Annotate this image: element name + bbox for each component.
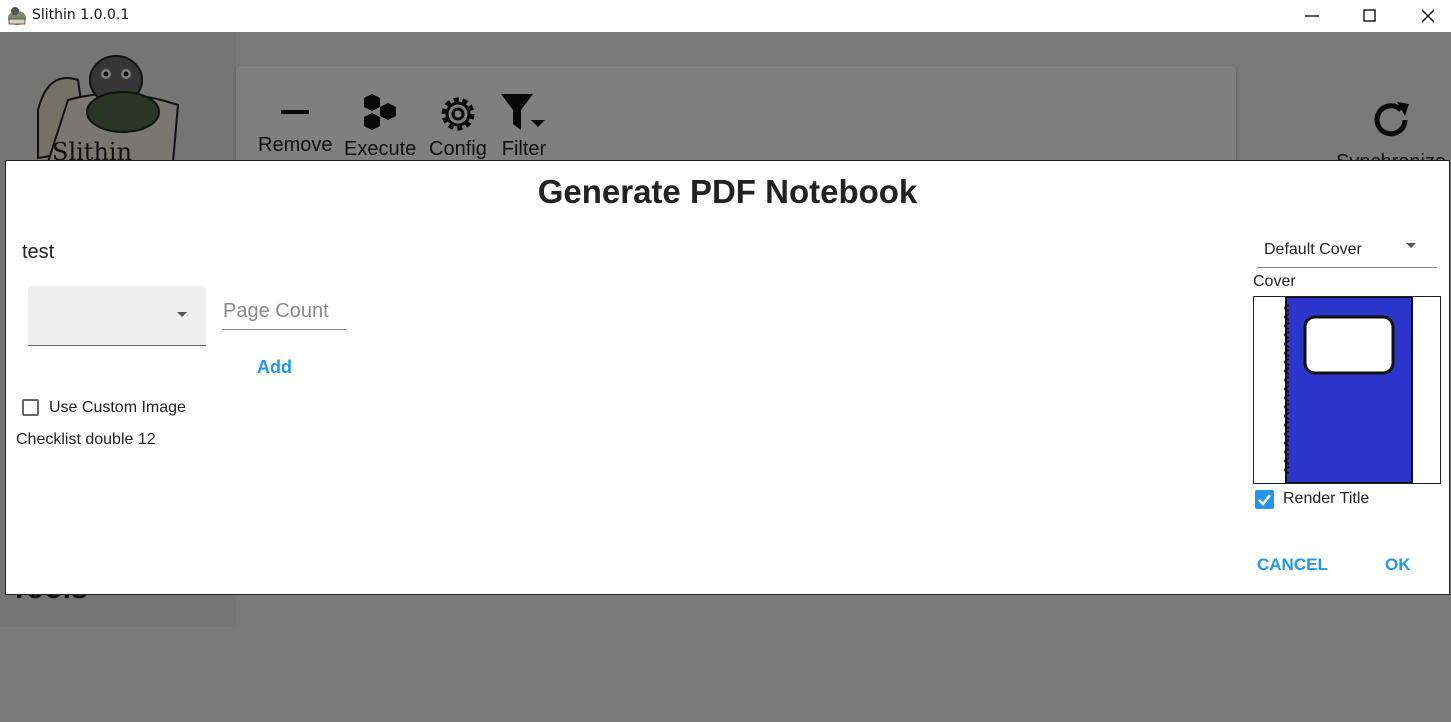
add-button[interactable]: Add [257, 357, 292, 378]
notebook-name: test [22, 241, 55, 263]
cover-select[interactable]: Default Cover [1257, 233, 1437, 268]
caret-down-icon [1406, 243, 1416, 248]
minimize-button[interactable] [1283, 0, 1341, 32]
ok-button[interactable]: OK [1385, 555, 1411, 575]
maximize-button[interactable] [1341, 0, 1399, 32]
notebook-cover-image [1284, 297, 1413, 483]
cover-preview [1253, 296, 1441, 484]
cover-label: Cover [1253, 273, 1296, 290]
template-list-item: Checklist double 12 [16, 431, 156, 449]
app-logo-icon [8, 7, 26, 25]
checkmark-icon [1258, 494, 1271, 506]
page-count-input[interactable] [222, 293, 347, 330]
close-button[interactable] [1399, 0, 1451, 32]
template-name: Checklist double [16, 431, 134, 448]
template-count: 12 [137, 431, 156, 448]
checkbox-unchecked-icon [22, 399, 39, 416]
maximize-icon [1363, 9, 1376, 22]
template-select[interactable] [28, 286, 206, 346]
caret-down-icon [177, 312, 187, 317]
cancel-button[interactable]: CANCEL [1257, 555, 1328, 575]
generate-pdf-dialog: Generate PDF Notebook test Add Use Custo… [5, 160, 1450, 595]
title-bar: Slithin 1.0.0.1 [0, 0, 1451, 32]
cover-select-value: Default Cover [1264, 241, 1362, 258]
checkbox-checked-icon [1255, 490, 1274, 509]
dialog-title: Generate PDF Notebook [537, 173, 918, 210]
minimize-icon [1305, 15, 1319, 17]
close-icon [1421, 9, 1435, 23]
window-title: Slithin 1.0.0.1 [32, 7, 130, 23]
